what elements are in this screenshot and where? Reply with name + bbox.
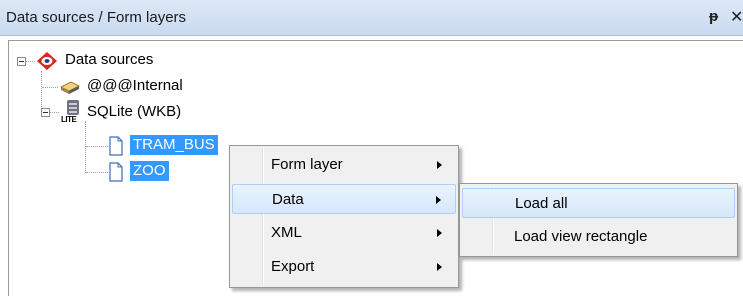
menu-item-load-all[interactable]: Load all: [462, 188, 735, 218]
menu-item-label: Data: [272, 191, 304, 208]
file-icon: [109, 162, 123, 182]
tree-connector: [41, 71, 42, 111]
tree-node-layer[interactable]: TRAM_BUS: [130, 135, 218, 155]
tree-connector: [86, 146, 108, 147]
data-submenu: Load all Load view rectangle: [459, 183, 738, 257]
menu-item-label: Form layer: [271, 156, 343, 173]
tree-connector: [42, 87, 58, 88]
internal-source-icon: [60, 81, 80, 94]
menu-item-form-layer[interactable]: Form layer: [232, 150, 456, 180]
tree-connector: [25, 61, 35, 62]
menu-item-label: Load all: [515, 195, 568, 212]
tree-connector: [86, 172, 108, 173]
collapse-toggle-data-sources[interactable]: [17, 57, 26, 66]
menu-item-label: Export: [271, 258, 315, 275]
pin-icon[interactable]: ᵽ: [709, 8, 718, 25]
submenu-arrow-icon: [436, 196, 441, 204]
tree-node-data-sources[interactable]: Data sources: [65, 50, 153, 70]
close-icon[interactable]: ✕: [730, 7, 743, 27]
submenu-arrow-icon: [437, 229, 442, 237]
submenu-arrow-icon: [437, 161, 442, 169]
tree-node-layer[interactable]: ZOO: [130, 161, 169, 181]
context-menu: Form layer Data XML Export: [229, 145, 459, 288]
menu-item-load-view-rectangle[interactable]: Load view rectangle: [462, 222, 735, 252]
panel-title: Data sources / Form layers: [6, 9, 187, 26]
menu-item-export[interactable]: Export: [232, 252, 456, 282]
submenu-arrow-icon: [437, 263, 442, 271]
file-icon: [109, 136, 123, 156]
data-sources-icon: [37, 52, 57, 70]
menu-item-label: Load view rectangle: [514, 228, 648, 245]
collapse-toggle-sqlite[interactable]: [41, 108, 50, 117]
sqlite-icon-text: LITE: [61, 115, 77, 124]
menu-item-label: XML: [271, 224, 302, 241]
tree-connector: [49, 112, 59, 113]
menu-item-data[interactable]: Data: [232, 184, 456, 214]
tree-node-sqlite[interactable]: SQLite (WKB): [87, 102, 181, 122]
tree-node-internal[interactable]: @@@Internal: [87, 76, 183, 96]
tree-connector: [85, 121, 86, 173]
panel-title-bar: Data sources / Form layers ᵽ ✕: [0, 0, 743, 36]
menu-item-xml[interactable]: XML: [232, 218, 456, 248]
